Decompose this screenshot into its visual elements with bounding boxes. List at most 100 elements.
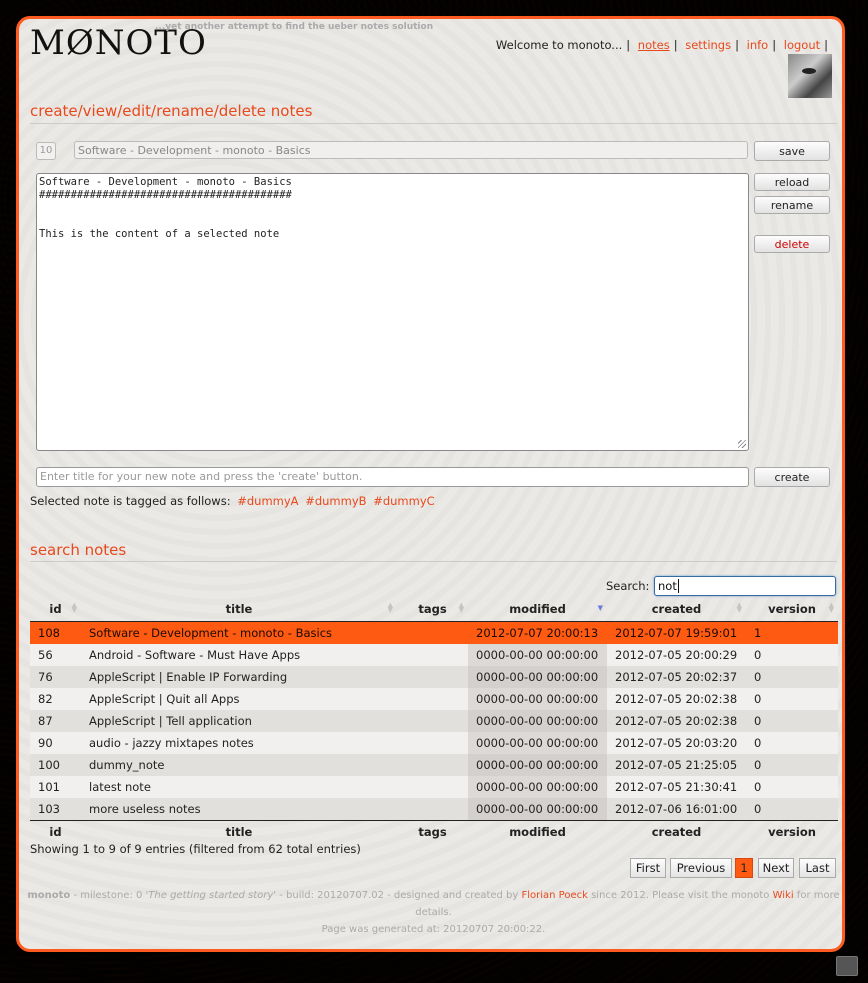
column-header-tags[interactable]: tags ▲ ▼ (397, 597, 468, 622)
footer-wiki-link[interactable]: Wiki (773, 890, 794, 901)
footer-header-tags: tags (397, 820, 468, 843)
cell-title: AppleScript | Tell application (81, 710, 397, 732)
cell-version: 0 (746, 754, 838, 776)
nav-settings-link[interactable]: settings (685, 38, 731, 52)
corner-widget-icon[interactable] (836, 956, 858, 976)
tag-link[interactable]: #dummyA (237, 494, 298, 508)
new-note-title-input[interactable]: Enter title for your new note and press … (36, 467, 749, 487)
table-info: Showing 1 to 9 of 9 entries (filtered fr… (30, 842, 361, 856)
note-id-field: 10 (36, 142, 56, 160)
cell-id: 108 (30, 621, 81, 644)
cell-id: 56 (30, 644, 81, 666)
reload-button[interactable]: reload (754, 173, 830, 191)
divider (30, 561, 837, 562)
footer-header-modified: modified (468, 820, 607, 843)
save-button[interactable]: save (754, 141, 830, 161)
tagline: ...yet another attempt to find the ueber… (155, 22, 434, 32)
sort-icon: ▲ ▼ (387, 601, 393, 614)
column-header-modified[interactable]: modified ▼ (468, 597, 607, 622)
cell-title: AppleScript | Enable IP Forwarding (81, 666, 397, 688)
nav-notes-link[interactable]: notes (638, 38, 670, 52)
cell-created: 2012-07-05 20:02:38 (607, 688, 746, 710)
search-input[interactable]: not (654, 576, 836, 596)
welcome-text: Welcome to monoto... (495, 38, 623, 52)
table-row[interactable]: 76 AppleScript | Enable IP Forwarding 0000… (30, 666, 838, 688)
pagination-last-button[interactable]: Last (799, 858, 836, 878)
cell-modified: 0000-00-00 00:00:00 (468, 732, 607, 754)
cell-tags (397, 798, 468, 821)
cell-modified: 2012-07-07 20:00:13 (468, 621, 607, 644)
tags-label: Selected note is tagged as follows: (30, 494, 231, 508)
cell-tags (397, 754, 468, 776)
pagination-previous-button[interactable]: Previous (670, 858, 732, 878)
cell-id: 100 (30, 754, 81, 776)
tag-link[interactable]: #dummyC (373, 494, 434, 508)
cell-tags (397, 776, 468, 798)
page-footer: monoto - milestone: 0 'The getting start… (19, 887, 842, 938)
note-content-text: Software - Development - monoto - Basics… (39, 176, 292, 240)
notes-table: id ▲ ▼ title ▲ ▼ tags ▲ ▼ modified ▼ created ▲ ▼ … (30, 597, 838, 843)
footer-header-version: version (746, 820, 838, 843)
create-button[interactable]: create (754, 467, 830, 487)
cell-tags (397, 644, 468, 666)
cell-modified: 0000-00-00 00:00:00 (468, 710, 607, 732)
pagination-next-button[interactable]: Next (758, 858, 794, 878)
footer-header-id: id (30, 820, 81, 843)
search-input-value: not (658, 579, 677, 593)
pagination-page-1[interactable]: 1 (735, 858, 753, 878)
table-row[interactable]: 108 Software - Development - monoto - Bas… (30, 621, 838, 644)
column-header-created[interactable]: created ▲ ▼ (607, 597, 746, 622)
table-row[interactable]: 100 dummy_note 0000-00-00 00:00:00 2012-07-… (30, 754, 838, 776)
cell-tags (397, 666, 468, 688)
footer-header-created: created (607, 820, 746, 843)
rename-button[interactable]: rename (754, 196, 830, 214)
table-row[interactable]: 56 Android - Software - Must Have Apps 000… (30, 644, 838, 666)
cell-title: dummy_note (81, 754, 397, 776)
page-container: MØNOTO ...yet another attempt to find th… (16, 16, 845, 952)
cell-modified: 0000-00-00 00:00:00 (468, 644, 607, 666)
table-row[interactable]: 82 AppleScript | Quit all Apps 0000-00-00 … (30, 688, 838, 710)
resize-grip-icon[interactable] (738, 440, 746, 448)
cell-title: Software - Development - monoto - Basics (81, 621, 397, 644)
search-label: Search: (606, 579, 650, 593)
cell-id: 87 (30, 710, 81, 732)
tag-link[interactable]: #dummyB (305, 494, 366, 508)
user-avatar[interactable] (788, 54, 832, 98)
cell-id: 103 (30, 798, 81, 821)
cell-created: 2012-07-07 19:59:01 (607, 621, 746, 644)
cell-created: 2012-07-05 21:25:05 (607, 754, 746, 776)
table-row[interactable]: 90 audio - jazzy mixtapes notes 0000-00-00… (30, 732, 838, 754)
sort-icon: ▲ ▼ (458, 601, 464, 614)
sort-icon: ▲ ▼ (736, 601, 742, 614)
column-header-id[interactable]: id ▲ ▼ (30, 597, 81, 622)
footer-generated-text: Page was generated at: 20120707 20:00:22… (321, 924, 546, 935)
cell-title: more useless notes (81, 798, 397, 821)
cell-version: 0 (746, 776, 838, 798)
sort-icon: ▲ ▼ (71, 601, 77, 614)
column-header-version[interactable]: version ▲ ▼ (746, 597, 838, 622)
search-section-title: search notes (30, 541, 127, 559)
nav-info-link[interactable]: info (747, 38, 769, 52)
cell-created: 2012-07-06 16:01:00 (607, 798, 746, 821)
cell-created: 2012-07-05 20:00:29 (607, 644, 746, 666)
table-row[interactable]: 87 AppleScript | Tell application 0000-00-… (30, 710, 838, 732)
footer-header-title: title (81, 820, 397, 843)
note-content-editor[interactable]: Software - Development - monoto - Basics… (36, 173, 749, 451)
column-header-title[interactable]: title ▲ ▼ (81, 597, 397, 622)
cell-modified: 0000-00-00 00:00:00 (468, 798, 607, 821)
cell-id: 76 (30, 666, 81, 688)
delete-button[interactable]: delete (754, 235, 830, 253)
notes-section-title: create/view/edit/rename/delete notes (30, 102, 313, 120)
table-row[interactable]: 101 latest note 0000-00-00 00:00:00 2012-07… (30, 776, 838, 798)
sort-icon: ▲ ▼ (828, 601, 834, 614)
nav-logout-link[interactable]: logout (784, 38, 820, 52)
footer-author-link[interactable]: Florian Poeck (522, 890, 588, 901)
table-row[interactable]: 103 more useless notes 0000-00-00 00:00:00… (30, 798, 838, 821)
footer-app-name: monoto (27, 890, 71, 901)
pagination-first-button[interactable]: First (630, 858, 666, 878)
cell-modified: 0000-00-00 00:00:00 (468, 688, 607, 710)
cell-version: 0 (746, 732, 838, 754)
cell-title: audio - jazzy mixtapes notes (81, 732, 397, 754)
cell-id: 82 (30, 688, 81, 710)
cell-modified: 0000-00-00 00:00:00 (468, 666, 607, 688)
